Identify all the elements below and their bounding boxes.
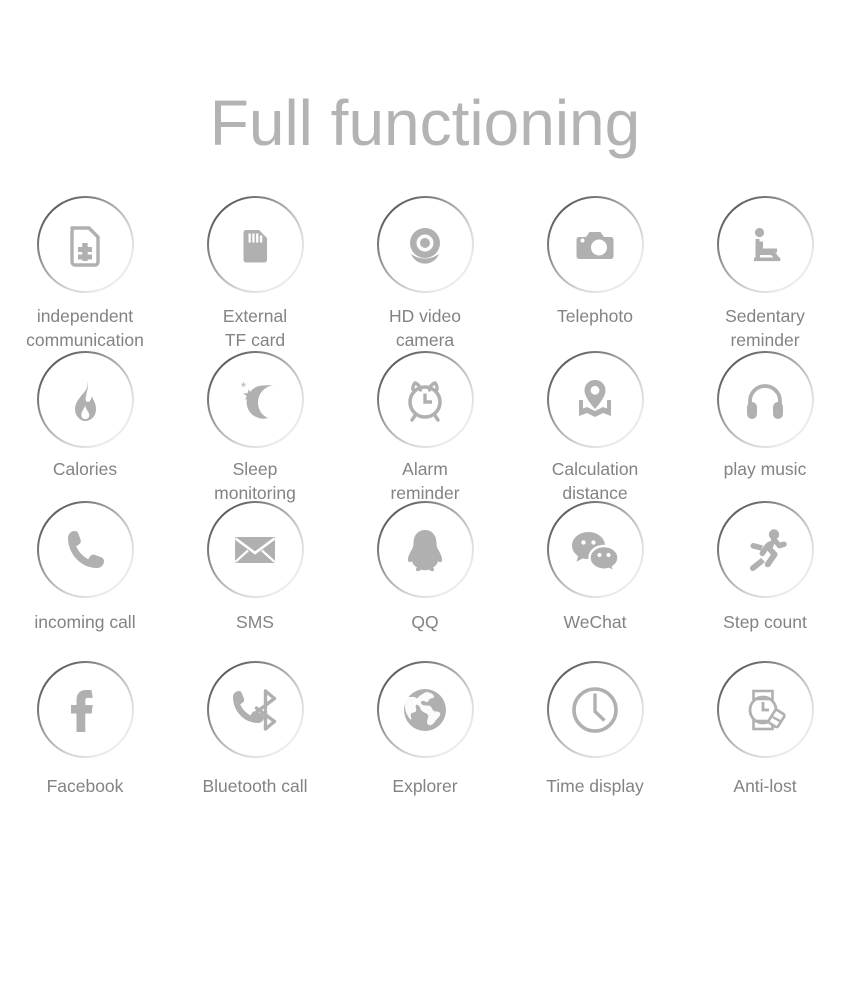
- feature-item-telephoto[interactable]: Telephoto: [510, 196, 680, 351]
- feature-item-calories[interactable]: Calories: [0, 351, 170, 501]
- feature-item-hd-video-camera[interactable]: HD video camera: [340, 196, 510, 351]
- feature-label: play music: [723, 459, 807, 479]
- feature-item-wechat[interactable]: WeChat: [510, 501, 680, 661]
- feature-item-incoming-call[interactable]: incoming call: [0, 501, 170, 661]
- icon-ring: [546, 501, 644, 598]
- page-title: Full functioning: [209, 87, 641, 159]
- icon-ring: [376, 351, 474, 448]
- facebook-icon: [55, 680, 115, 740]
- feature-item-sms[interactable]: SMS: [170, 501, 340, 661]
- icon-ring: [716, 351, 814, 448]
- tf-memory-card-icon: [225, 215, 285, 275]
- feature-label: Calculation distance: [551, 459, 639, 503]
- feature-row: Calories Sleep monitoring Alarm reminder…: [0, 351, 850, 503]
- icon-ring: [546, 351, 644, 448]
- feature-label: Telephoto: [557, 306, 633, 326]
- feature-label: Sedentary reminder: [725, 306, 805, 350]
- sitting-person-icon: [735, 215, 795, 275]
- icon-ring: [716, 661, 814, 758]
- icon-ring: [36, 501, 134, 598]
- icon-ring: [376, 661, 474, 758]
- headphones-icon: [735, 370, 795, 430]
- feature-label: Bluetooth call: [202, 776, 308, 796]
- icon-ring: [206, 661, 304, 758]
- feature-label: SMS: [236, 612, 274, 632]
- feature-item-time-display[interactable]: Time display: [510, 661, 680, 811]
- feature-label: Sleep monitoring: [214, 459, 296, 503]
- icon-ring: [36, 196, 134, 293]
- feature-item-sedentary-reminder[interactable]: Sedentary reminder: [680, 196, 850, 351]
- icon-ring: [376, 196, 474, 293]
- feature-grid-page: Full functioning independent communicati…: [0, 0, 850, 982]
- icon-ring: [376, 501, 474, 598]
- feature-label: HD video camera: [389, 306, 461, 350]
- envelope-icon: [225, 520, 285, 580]
- feature-item-bluetooth-call[interactable]: Bluetooth call: [170, 661, 340, 811]
- feature-label: incoming call: [34, 612, 136, 632]
- feature-label: Calories: [52, 459, 118, 479]
- icon-ring: [206, 196, 304, 293]
- feature-item-external-tf-card[interactable]: External TF card: [170, 196, 340, 351]
- feature-row: Facebook Bluetooth call Explorer Time di…: [0, 661, 850, 811]
- icon-ring: [36, 661, 134, 758]
- feature-label: independent communication: [26, 306, 144, 350]
- map-location-pin-icon: [565, 370, 625, 430]
- feature-row: independent communication External TF ca…: [0, 196, 850, 351]
- feature-label: External TF card: [222, 306, 288, 350]
- features-grid: independent communication External TF ca…: [0, 196, 850, 811]
- flame-icon: [55, 370, 115, 430]
- running-person-icon: [735, 520, 795, 580]
- icon-ring: [546, 196, 644, 293]
- phone-handset-icon: [55, 520, 115, 580]
- sim-card-icon: [55, 215, 115, 275]
- feature-label: Anti-lost: [733, 776, 797, 796]
- feature-label: Facebook: [46, 776, 124, 796]
- feature-item-qq[interactable]: QQ: [340, 501, 510, 661]
- feature-label: WeChat: [563, 612, 627, 632]
- globe-icon: [395, 680, 455, 740]
- icon-ring: [716, 501, 814, 598]
- qq-penguin-icon: [395, 520, 455, 580]
- bluetooth-call-icon: [225, 680, 285, 740]
- feature-item-anti-lost[interactable]: Anti-lost: [680, 661, 850, 811]
- feature-item-calculation-distance[interactable]: Calculation distance: [510, 351, 680, 503]
- feature-item-independent-communication[interactable]: independent communication: [0, 196, 170, 351]
- icon-ring: [716, 196, 814, 293]
- icon-ring: [36, 351, 134, 448]
- feature-item-step-count[interactable]: Step count: [680, 501, 850, 661]
- feature-item-facebook[interactable]: Facebook: [0, 661, 170, 811]
- feature-item-sleep-monitoring[interactable]: Sleep monitoring: [170, 351, 340, 503]
- feature-item-play-music[interactable]: play music: [680, 351, 850, 501]
- feature-label: QQ: [411, 612, 439, 632]
- feature-item-explorer[interactable]: Explorer: [340, 661, 510, 811]
- clock-icon: [565, 680, 625, 740]
- feature-label: Time display: [546, 776, 644, 796]
- feature-item-alarm-reminder[interactable]: Alarm reminder: [340, 351, 510, 503]
- watch-phone-anti-lost-icon: [735, 680, 795, 740]
- feature-label: Alarm reminder: [390, 459, 460, 503]
- alarm-clock-icon: [395, 370, 455, 430]
- icon-ring: [206, 351, 304, 448]
- feature-label: Explorer: [392, 776, 458, 796]
- icon-ring: [546, 661, 644, 758]
- feature-row: incoming call SMS QQ WeChat Step count: [0, 501, 850, 661]
- crescent-moon-stars-icon: [225, 370, 285, 430]
- camera-icon: [565, 215, 625, 275]
- webcam-icon: [395, 215, 455, 275]
- wechat-bubbles-icon: [565, 520, 625, 580]
- feature-label: Step count: [723, 612, 807, 632]
- icon-ring: [206, 501, 304, 598]
